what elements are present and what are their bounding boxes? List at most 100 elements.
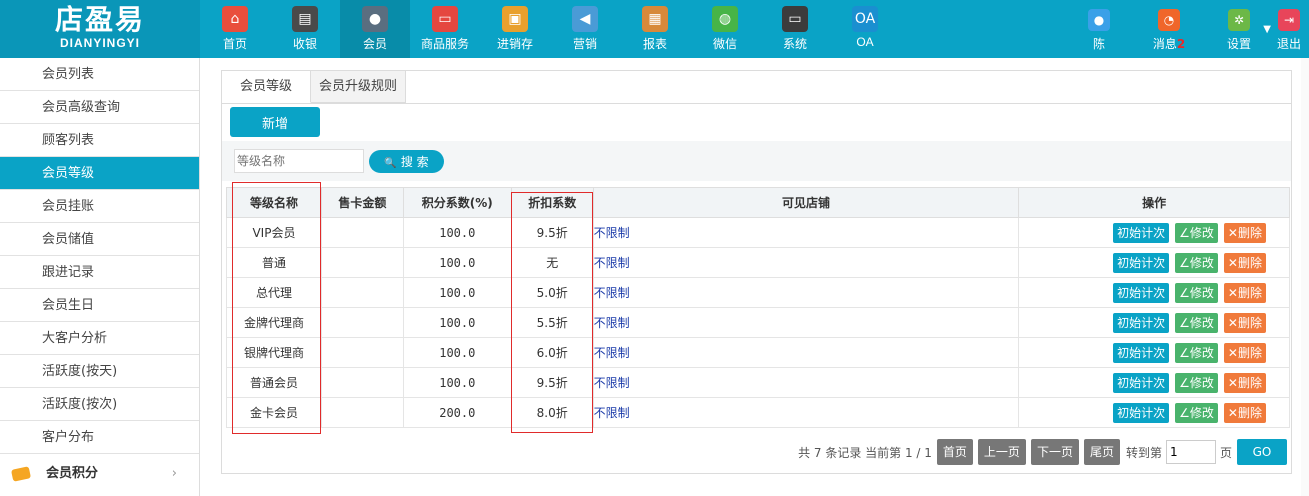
next-page-button[interactable]: 下一页: [1030, 439, 1079, 465]
delete-button[interactable]: ✕删除: [1223, 282, 1266, 303]
init-count-button[interactable]: 初始计次: [1113, 222, 1170, 243]
edit-button-label: 修改: [1189, 345, 1214, 360]
edit-button[interactable]: ∠修改: [1175, 282, 1218, 303]
last-page-button[interactable]: 尾页: [1083, 439, 1120, 465]
first-page-button[interactable]: 首页: [936, 439, 973, 465]
init-count-button[interactable]: 初始计次: [1113, 372, 1170, 393]
tab-member-level[interactable]: 会员等级: [222, 71, 312, 103]
delete-button-label: 删除: [1237, 285, 1262, 300]
user-nav-bell[interactable]: ◔ 消息2: [1129, 0, 1209, 58]
sidebar-item[interactable]: 会员生日: [0, 289, 199, 322]
visible-store-cell: 不限制: [592, 397, 1020, 428]
discount-cell: 5.0折: [510, 277, 594, 308]
nav-item-system[interactable]: ▭ 系统: [760, 0, 830, 58]
user-nav-logout[interactable]: ⇥ 退出: [1269, 0, 1309, 58]
sidebar-group-member-points[interactable]: 会员积分 ›: [0, 454, 199, 494]
points-ratio-cell: 100.0: [402, 217, 512, 248]
nav-item-report[interactable]: ▦ 报表: [620, 0, 690, 58]
sidebar-item[interactable]: 客户分布: [0, 421, 199, 454]
content-panel: 会员等级会员升级规则 新增 🔍搜 索 等级名称售卡金额积分系数(%)折扣系数可见…: [221, 70, 1292, 474]
points-ratio-cell: 100.0: [402, 307, 512, 338]
level-name-cell: VIP会员: [226, 217, 322, 248]
init-count-button[interactable]: 初始计次: [1113, 252, 1170, 273]
delete-button[interactable]: ✕删除: [1223, 252, 1266, 273]
table-row: 总代理 100.0 5.0折 不限制 初始计次 ∠修改 ✕删除: [226, 277, 1290, 308]
nav-item-cash-register[interactable]: ▤ 收银: [270, 0, 340, 58]
edit-button[interactable]: ∠修改: [1175, 372, 1218, 393]
goto-page-input[interactable]: [1165, 440, 1216, 464]
add-button[interactable]: 新增: [230, 107, 320, 137]
search-bar: 🔍搜 索: [222, 141, 1291, 181]
sidebar-item[interactable]: 会员挂账: [0, 190, 199, 223]
user-nav-label-text: 设置: [1226, 37, 1251, 51]
edit-button[interactable]: ∠修改: [1175, 402, 1218, 423]
prev-page-button[interactable]: 上一页: [977, 439, 1026, 465]
table-row: 银牌代理商 100.0 6.0折 不限制 初始计次 ∠修改 ✕删除: [226, 337, 1290, 368]
edit-button[interactable]: ∠修改: [1175, 252, 1218, 273]
scrollbar[interactable]: [1301, 58, 1309, 496]
init-count-button[interactable]: 初始计次: [1113, 312, 1170, 333]
sidebar-item[interactable]: 大客户分析: [0, 322, 199, 355]
search-button[interactable]: 🔍 搜 索: [369, 150, 444, 173]
level-name-cell: 普通会员: [226, 367, 322, 398]
gear-icon: ✲: [1228, 9, 1250, 31]
tab-upgrade-rules[interactable]: 会员升级规则: [311, 71, 407, 103]
delete-button-label: 删除: [1237, 315, 1262, 330]
nav-item-label: 商品服务: [420, 37, 469, 51]
nav-item-wechat[interactable]: ◍ 微信: [690, 0, 760, 58]
nav-item-inventory[interactable]: ▣ 进销存: [480, 0, 550, 58]
discount-cell: 6.0折: [510, 337, 594, 368]
init-count-button[interactable]: 初始计次: [1113, 282, 1170, 303]
nav-item-label: 进销存: [496, 37, 533, 51]
discount-cell: 无: [510, 247, 594, 278]
level-name-cell: 总代理: [226, 277, 322, 308]
sidebar-item[interactable]: 活跃度(按天): [0, 355, 199, 388]
sidebar-item[interactable]: 会员储值: [0, 223, 199, 256]
edit-button[interactable]: ∠修改: [1175, 222, 1218, 243]
sidebar-item[interactable]: 跟进记录: [0, 256, 199, 289]
sidebar-group-label: 会员积分: [46, 466, 99, 481]
init-count-button[interactable]: 初始计次: [1113, 402, 1170, 423]
logo-text: 店盈易: [54, 3, 145, 36]
points-ratio-cell: 100.0: [402, 247, 512, 278]
delete-button[interactable]: ✕删除: [1223, 402, 1266, 423]
sidebar-item[interactable]: 会员等级: [0, 157, 199, 190]
wechat-icon: ◍: [712, 6, 738, 32]
go-button[interactable]: GO: [1237, 439, 1287, 465]
nav-item-home[interactable]: ⌂ 首页: [200, 0, 270, 58]
nav-item-marketing[interactable]: ◀ 营销: [550, 0, 620, 58]
inventory-icon: ▣: [502, 6, 528, 32]
edit-button-label: 修改: [1189, 225, 1214, 240]
card-amount-cell: [320, 277, 404, 308]
card-amount-cell: [320, 337, 404, 368]
user-nav-label: 退出: [1269, 35, 1309, 52]
sidebar-item[interactable]: 会员列表: [0, 58, 199, 91]
user-nav-gear[interactable]: ✲ 设置 ▼: [1209, 0, 1271, 58]
nav-item-label: 会员: [362, 37, 387, 51]
sidebar-item[interactable]: 会员高级查询: [0, 91, 199, 124]
delete-button[interactable]: ✕删除: [1223, 312, 1266, 333]
sidebar-item[interactable]: 顾客列表: [0, 124, 199, 157]
delete-button[interactable]: ✕删除: [1223, 222, 1266, 243]
table-row: VIP会员 100.0 9.5折 不限制 初始计次 ∠修改 ✕删除: [226, 217, 1290, 248]
page-suffix: 页: [1219, 445, 1232, 460]
column-header: 等级名称: [226, 187, 322, 218]
init-count-button[interactable]: 初始计次: [1113, 342, 1170, 363]
table-row: 金卡会员 200.0 8.0折 不限制 初始计次 ∠修改 ✕删除: [226, 397, 1290, 428]
user-nav-user[interactable]: ● 陈: [1069, 0, 1129, 58]
nav-item-goods[interactable]: ▭ 商品服务: [410, 0, 480, 58]
user-nav-label-text: 消息: [1152, 37, 1177, 51]
delete-icon: ✕: [1227, 225, 1238, 240]
nav-item-oa[interactable]: OA OA: [830, 0, 900, 58]
edit-button[interactable]: ∠修改: [1175, 342, 1218, 363]
column-header: 操作: [1018, 187, 1290, 218]
delete-button[interactable]: ✕删除: [1223, 342, 1266, 363]
edit-button[interactable]: ∠修改: [1175, 312, 1218, 333]
level-name-input[interactable]: [234, 149, 364, 173]
system-icon: ▭: [782, 6, 808, 32]
pagination: 共 7 条记录 当前第 1 / 1 首页 上一页 下一页 尾页 转到第 页 GO: [798, 439, 1287, 465]
visible-store-cell: 不限制: [592, 367, 1020, 398]
delete-button[interactable]: ✕删除: [1223, 372, 1266, 393]
nav-item-member[interactable]: ● 会员: [340, 0, 410, 58]
sidebar-item[interactable]: 活跃度(按次): [0, 388, 199, 421]
